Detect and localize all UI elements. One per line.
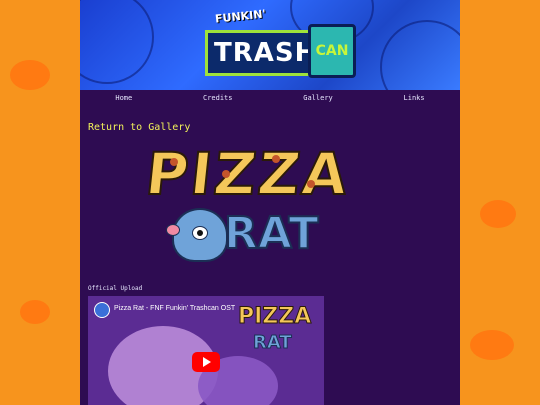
rat-word: RAT — [223, 207, 320, 260]
logo-can-icon: CAN — [308, 24, 356, 78]
banner-sketch — [380, 20, 460, 90]
page-content: FUNKIN' TRASH CAN Home Credits Gallery L… — [80, 0, 460, 405]
rat-face-icon — [166, 208, 228, 262]
pepperoni-icon — [272, 155, 280, 163]
bg-splat — [20, 300, 50, 324]
main-nav: Home Credits Gallery Links — [80, 90, 460, 106]
pepperoni-icon — [170, 158, 178, 166]
nav-credits[interactable]: Credits — [203, 94, 233, 102]
bg-splat — [470, 330, 514, 360]
pepperoni-icon — [222, 170, 230, 178]
site-logo[interactable]: FUNKIN' TRASH CAN — [190, 7, 356, 78]
pizza-word: PIZZA — [141, 139, 353, 209]
rat-eye — [192, 226, 208, 240]
channel-avatar-icon[interactable] — [94, 302, 110, 318]
return-to-gallery-link[interactable]: Return to Gallery — [88, 122, 190, 133]
youtube-embed[interactable]: Pizza Rat - FNF Funkin' Trashcan OST PIZ… — [88, 296, 324, 405]
nav-gallery[interactable]: Gallery — [303, 94, 333, 102]
pepperoni-icon — [307, 180, 315, 188]
pizza-rat-artwork: PIZZA RAT — [141, 139, 354, 280]
nav-links[interactable]: Links — [404, 94, 425, 102]
youtube-play-icon[interactable] — [192, 352, 220, 372]
thumb-rat-text: RAT — [253, 332, 293, 354]
bg-splat — [480, 200, 516, 228]
banner-sketch — [80, 0, 154, 84]
video-title[interactable]: Pizza Rat - FNF Funkin' Trashcan OST — [114, 305, 235, 312]
logo-funkin-text: FUNKIN' — [214, 7, 267, 26]
rat-nose — [166, 224, 180, 236]
official-upload-label: Official Upload — [88, 285, 143, 292]
thumb-pizza-text: PIZZA — [237, 304, 312, 330]
header-banner: FUNKIN' TRASH CAN — [80, 0, 460, 90]
nav-home[interactable]: Home — [115, 94, 132, 102]
bg-splat — [10, 60, 50, 90]
